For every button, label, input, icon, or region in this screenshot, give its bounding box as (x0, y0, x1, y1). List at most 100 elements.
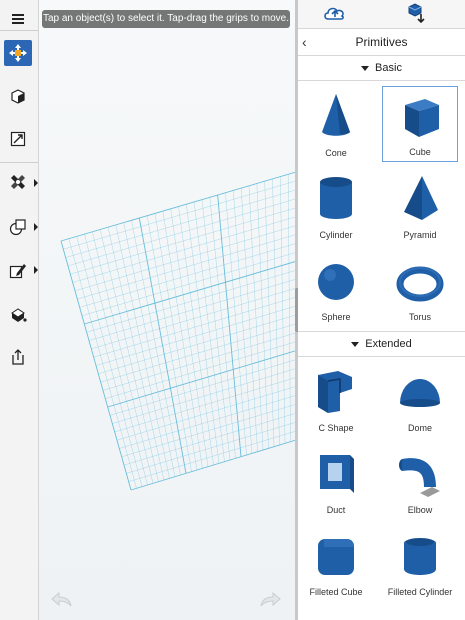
snap-icon (10, 131, 26, 147)
grid-line (81, 252, 295, 316)
c-shape-icon (318, 371, 352, 413)
3d-viewport[interactable] (39, 0, 295, 620)
pyramid-icon (404, 176, 438, 220)
grid-line (109, 359, 295, 416)
grid-line (63, 180, 295, 250)
construct-tool-button[interactable] (4, 170, 32, 196)
panel-toolbar (298, 0, 465, 29)
cylinder-icon (320, 177, 352, 219)
move-tool-button[interactable] (4, 40, 32, 66)
grid-line (287, 174, 291, 442)
grid-line (107, 350, 295, 408)
primitive-tile-sphere[interactable]: Sphere (298, 250, 374, 326)
section-title: Basic (375, 62, 402, 74)
grid-line (70, 207, 295, 275)
selection-hint-tooltip: Tap an object(s) to select it. Tap-drag … (42, 10, 290, 28)
paint-icon (11, 308, 27, 322)
grid-line (91, 288, 295, 350)
tile-label: Cylinder (319, 230, 353, 240)
grid-line (88, 279, 295, 341)
tile-label: Elbow (407, 505, 433, 515)
collapse-triangle-icon (361, 65, 370, 71)
primitive-tile-cube[interactable]: Cube (382, 86, 458, 162)
grid-line (121, 404, 295, 458)
primitive-tile-pyramid[interactable]: Pyramid (382, 168, 458, 244)
primitive-tile-c-shape[interactable]: C Shape (298, 361, 374, 437)
snap-tool-button[interactable] (4, 126, 32, 152)
grid-line (186, 204, 220, 464)
grid-line (193, 201, 225, 462)
share-tool-button[interactable] (4, 344, 32, 370)
grid-line (217, 194, 242, 457)
sphere-icon (318, 264, 354, 300)
duct-icon (320, 455, 354, 493)
grid-line (95, 306, 295, 366)
grid-line (86, 270, 295, 333)
tile-label: Cone (325, 148, 347, 158)
grid-line (105, 341, 295, 399)
download-model-icon[interactable] (404, 2, 430, 24)
primitive-tile-duct[interactable]: Duct (298, 443, 374, 519)
grid-line (74, 225, 295, 292)
grid-line (112, 368, 295, 424)
undo-icon[interactable] (48, 590, 74, 610)
share-icon (12, 349, 24, 365)
tile-label: C Shape (318, 423, 354, 433)
grid-line (98, 314, 295, 375)
grid-line (264, 181, 275, 447)
tile-label: Duct (326, 505, 346, 515)
primitive-tile-elbow[interactable]: Elbow (382, 443, 458, 519)
grid-line (209, 197, 236, 459)
cube-icon (405, 99, 439, 137)
grid-line (116, 386, 295, 441)
tile-label: Filleted Cube (309, 587, 363, 597)
primitive-tile-torus[interactable]: Torus (382, 250, 458, 326)
grid-line (93, 297, 295, 358)
tile-label: Sphere (321, 312, 351, 322)
combine-tool-button[interactable] (4, 214, 32, 240)
grid-line (272, 178, 280, 446)
ground-grid (60, 171, 295, 491)
sketch-tool-button[interactable] (4, 258, 32, 284)
section-header-extended[interactable]: Extended (298, 331, 465, 357)
primitive-tile-filleted-cylinder[interactable]: Filleted Cylinder (382, 525, 458, 601)
panel-header: ‹ Primitives (298, 29, 465, 56)
redo-icon[interactable] (258, 590, 284, 610)
materials-tool-button[interactable] (4, 84, 32, 110)
grid-line (114, 377, 295, 433)
filleted-cylinder-icon (404, 538, 436, 575)
toolbar-divider (0, 162, 38, 163)
tile-label: Cube (409, 147, 431, 157)
grid-line (119, 395, 295, 449)
grid-line (280, 176, 286, 444)
primitive-tile-dome[interactable]: Dome (382, 361, 458, 437)
grid-line (256, 183, 269, 449)
grid-line (60, 171, 295, 242)
expand-arrow-icon (34, 223, 38, 231)
section-title: Extended (365, 338, 412, 350)
primitive-tile-cylinder[interactable]: Cylinder (298, 168, 374, 244)
materials-icon (11, 89, 25, 104)
primitive-tile-cone[interactable]: Cone (298, 86, 374, 162)
primitive-tile-filleted-cube[interactable]: Filleted Cube (298, 525, 374, 601)
toolbar-divider (0, 30, 38, 31)
expand-arrow-icon (34, 266, 38, 274)
move-icon (9, 44, 27, 62)
grid-line (233, 190, 253, 454)
grid-line (84, 261, 295, 325)
grid-line (248, 185, 264, 451)
paint-tool-button[interactable] (4, 302, 32, 328)
left-toolbar (0, 0, 39, 620)
dome-icon (400, 379, 440, 407)
combine-icon (9, 219, 26, 236)
tile-label: Torus (408, 312, 431, 322)
cloud-upload-icon[interactable] (322, 2, 348, 24)
grid-line (102, 332, 295, 391)
collapse-triangle-icon (351, 341, 360, 347)
grid-line (100, 323, 295, 383)
cone-icon (322, 94, 350, 136)
tile-label: Pyramid (403, 230, 437, 240)
hamburger-menu-icon[interactable] (4, 6, 32, 32)
grid-line (130, 439, 295, 491)
section-header-basic[interactable]: Basic (298, 56, 465, 81)
